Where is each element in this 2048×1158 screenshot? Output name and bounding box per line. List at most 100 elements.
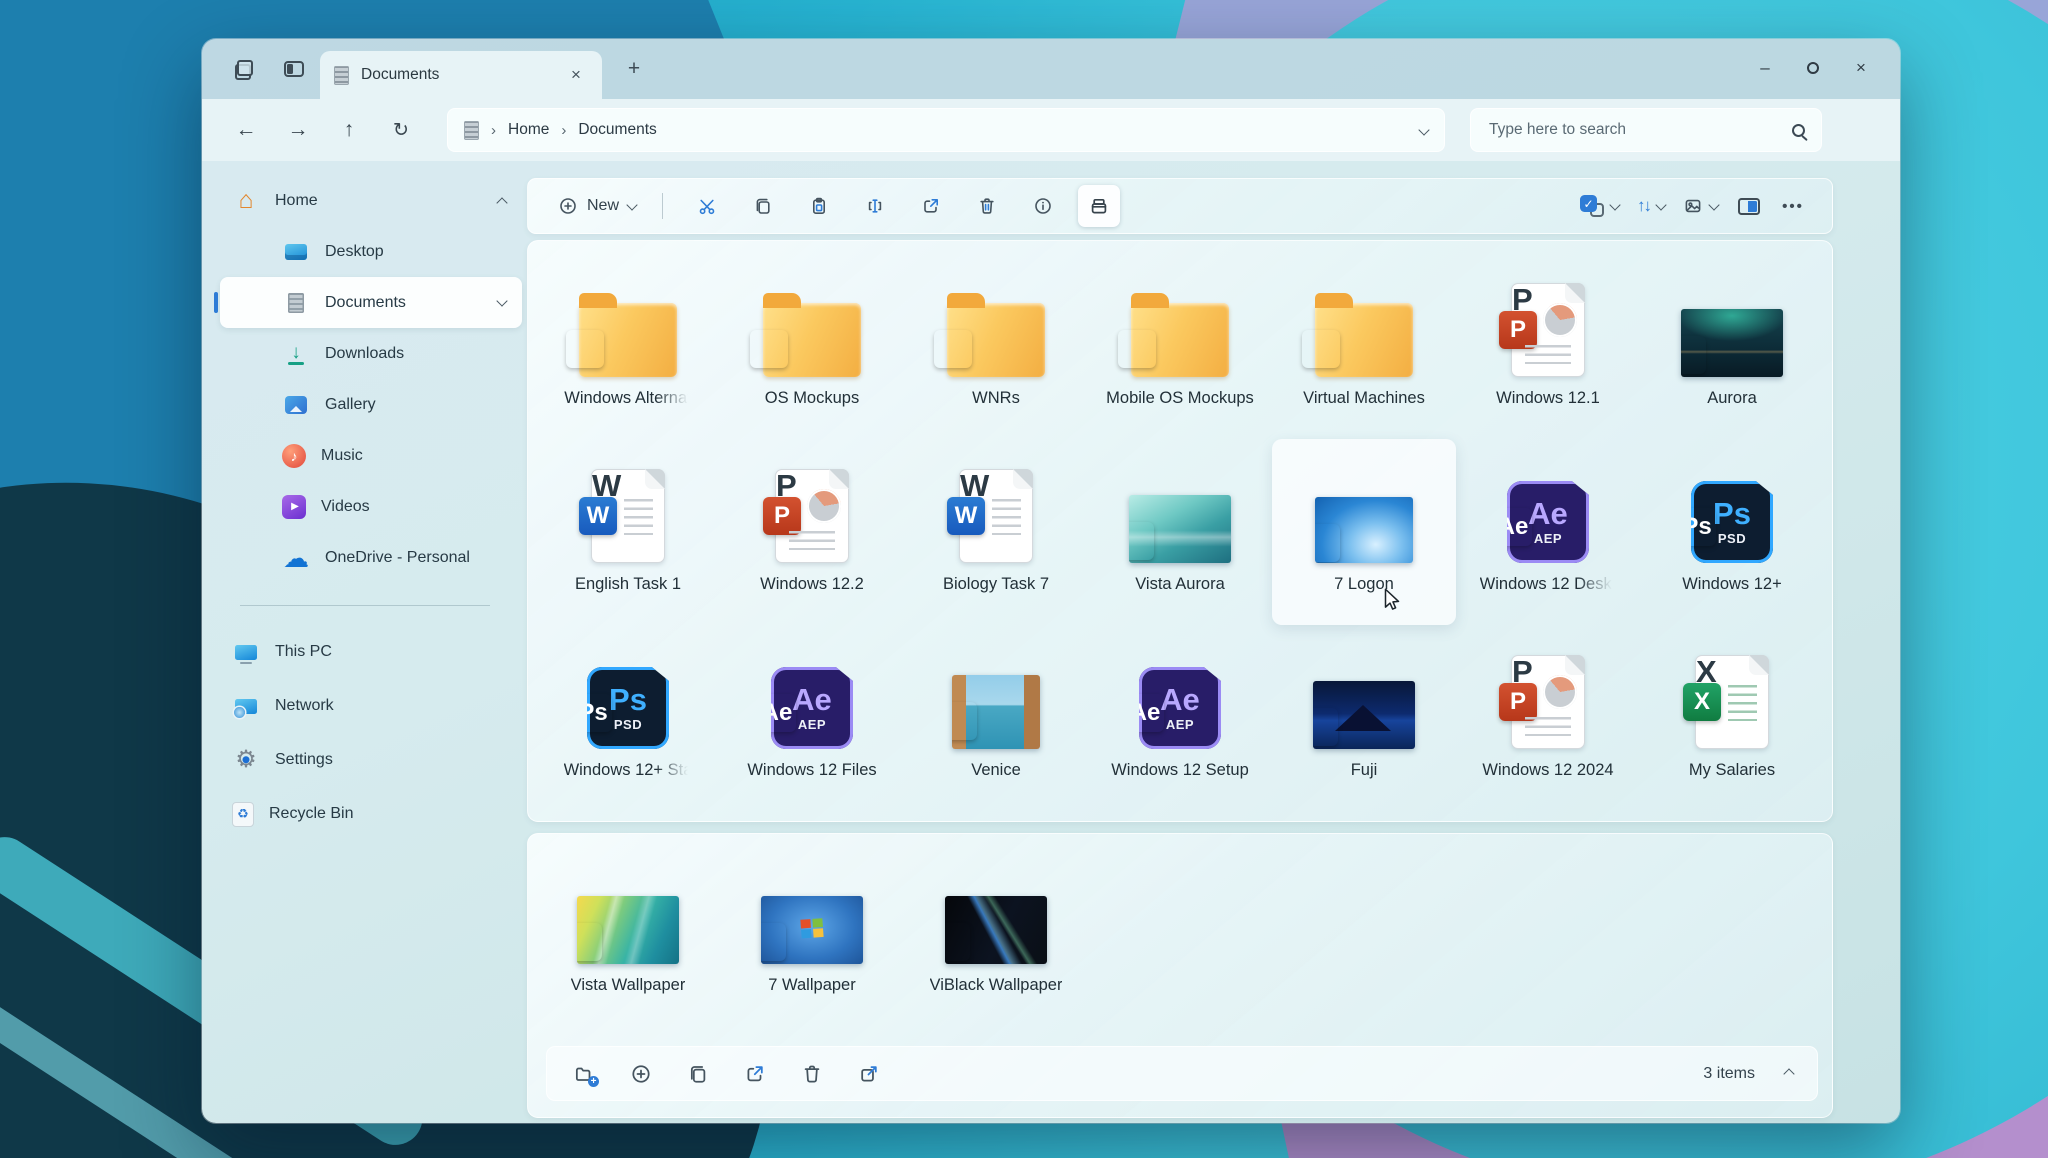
file-name: 7 Wallpaper [768, 976, 855, 995]
file-name: Mobile OS Mockups [1106, 389, 1254, 408]
add-button[interactable] [628, 1061, 654, 1087]
app-badge: P [763, 497, 801, 535]
file-item[interactable]: P P Windows 12.2 [720, 439, 904, 625]
file-item[interactable]: Venice [904, 625, 1088, 811]
sidebar-toggle-icon[interactable] [280, 55, 308, 83]
folder-icon [763, 267, 861, 377]
sidebar-item[interactable]: Home [220, 175, 522, 226]
details-pane-button[interactable] [1732, 185, 1766, 227]
close-button[interactable]: × [1848, 55, 1874, 81]
more-options-button[interactable]: ••• [1776, 185, 1810, 227]
adobe-glyph: Ps [609, 684, 647, 717]
sidebar-item[interactable]: This PC [220, 625, 522, 679]
file-item[interactable]: Fuji [1272, 625, 1456, 811]
new-button[interactable]: New [548, 190, 646, 222]
file-item[interactable]: W W Biology Task 7 [904, 439, 1088, 625]
app-badge [1118, 330, 1156, 368]
app-badge [945, 923, 970, 961]
file-icon-art [577, 896, 679, 964]
file-name: WNRs [972, 389, 1020, 408]
stacked-windows-icon[interactable] [230, 55, 258, 83]
file-item[interactable]: Ps Ps PSD Windows 12+ [1640, 439, 1824, 625]
sidebar-item[interactable]: Gallery [220, 379, 522, 430]
photoshop-file-icon: Ps Ps PSD [587, 639, 669, 749]
forward-button[interactable]: → [284, 116, 312, 144]
file-item[interactable]: Ae Ae AEP Windows 12 Deskt [1456, 439, 1640, 625]
sidebar-item[interactable]: Documents [220, 277, 522, 328]
app-badge [761, 923, 786, 961]
app-badge [1315, 524, 1340, 562]
sidebar-item[interactable]: Network [220, 679, 522, 733]
sidebar-item[interactable]: Downloads [220, 328, 522, 379]
file-item[interactable]: Virtual Machines [1272, 253, 1456, 439]
file-item[interactable]: X X My Salaries [1640, 625, 1824, 811]
share-button[interactable] [910, 185, 952, 227]
select-button[interactable] [1580, 195, 1619, 217]
copy-button-status[interactable] [685, 1061, 711, 1087]
cut-icon [697, 196, 717, 216]
file-item[interactable]: Ae Ae AEP Windows 12 Files [720, 625, 904, 811]
status-toolbar: + [546, 1046, 1818, 1101]
file-item[interactable]: Windows Alternat [536, 253, 720, 439]
sidebar-item[interactable]: Videos [220, 481, 522, 532]
archive-button[interactable] [1078, 185, 1120, 227]
sidebar-item[interactable]: Settings [220, 733, 522, 787]
file-item[interactable]: Vista Aurora [1088, 439, 1272, 625]
sidebar-item-caret-icon[interactable] [496, 295, 507, 306]
refresh-button[interactable]: ↻ [387, 116, 415, 144]
file-name: My Salaries [1689, 761, 1775, 780]
file-item[interactable]: Ps Ps PSD Windows 12+ Sta [536, 625, 720, 811]
share-icon [921, 196, 941, 216]
file-item[interactable]: 7 Wallpaper [720, 840, 904, 1026]
plus-circle-icon [558, 196, 578, 216]
file-item[interactable]: Mobile OS Mockups [1088, 253, 1272, 439]
desktop: Documents × + – × ← → ↑ ↻ › Home › Docum… [0, 0, 2048, 1158]
file-item[interactable]: Vista Wallpaper [536, 840, 720, 1026]
sidebar-item-caret-icon[interactable] [496, 197, 507, 208]
file-item[interactable]: Ae Ae AEP Windows 12 Setup [1088, 625, 1272, 811]
file-item[interactable]: OS Mockups [720, 253, 904, 439]
file-item[interactable]: WNRs [904, 253, 1088, 439]
sort-dropdown-caret-icon [1655, 199, 1666, 210]
adobe-extension: PSD [614, 717, 642, 732]
file-name: Windows 12 Setup [1111, 761, 1249, 780]
delete-button-status[interactable] [799, 1061, 825, 1087]
adobe-extension: PSD [1718, 531, 1746, 546]
cut-button[interactable] [686, 185, 728, 227]
sidebar-item[interactable]: Desktop [220, 226, 522, 277]
sort-button[interactable]: ↑↓ [1637, 196, 1665, 216]
file-item[interactable]: P P Windows 12 2024 [1456, 625, 1640, 811]
file-item[interactable]: ViBlack Wallpaper [904, 840, 1088, 1026]
file-item[interactable]: W W English Task 1 [536, 439, 720, 625]
info-button[interactable] [1022, 185, 1064, 227]
delete-button[interactable] [966, 185, 1008, 227]
view-button[interactable] [1683, 196, 1718, 216]
back-button[interactable]: ← [232, 116, 260, 144]
photoshop-file-icon: Ps Ps PSD [1691, 453, 1773, 563]
file-item[interactable]: 7 Logon [1272, 439, 1456, 625]
file-icon-art: P P [775, 469, 849, 563]
rename-button[interactable] [854, 185, 896, 227]
file-icon-art: Ps Ps PSD [1691, 481, 1773, 563]
app-badge [1681, 336, 1706, 374]
new-folder-button[interactable]: + [571, 1061, 597, 1087]
app-badge: Ps [574, 694, 612, 732]
paste-button[interactable] [798, 185, 840, 227]
sidebar-item[interactable]: Recycle Bin [220, 787, 522, 841]
file-item[interactable]: P P Windows 12.1 [1456, 253, 1640, 439]
share-button-status[interactable] [742, 1061, 768, 1087]
collapse-caret-icon[interactable] [1783, 1068, 1794, 1079]
sidebar-item[interactable]: Music [220, 430, 522, 481]
file-icon-art: W W [591, 469, 665, 563]
adobe-extension: AEP [1166, 717, 1194, 732]
copy-button[interactable] [742, 185, 784, 227]
info-icon [1033, 196, 1053, 216]
sidebar-item-label: This PC [275, 643, 332, 661]
sidebar-system: This PC Network Settings Recycle Bin [220, 625, 522, 841]
file-item[interactable]: Aurora [1640, 253, 1824, 439]
open-external-button[interactable] [856, 1061, 882, 1087]
up-button[interactable]: ↑ [335, 116, 363, 144]
sidebar-item[interactable]: OneDrive - Personal [220, 532, 522, 583]
image-thumbnail [761, 854, 863, 964]
sidebar-item-label: Network [275, 697, 334, 715]
